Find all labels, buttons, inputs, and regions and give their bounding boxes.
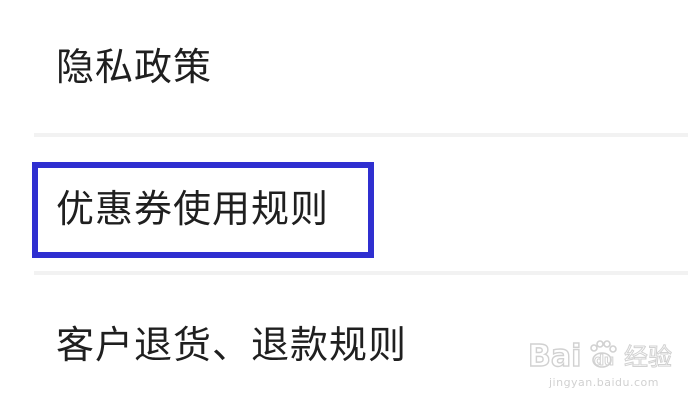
menu-item-label: 优惠券使用规则: [56, 187, 330, 231]
menu-item-refund-rules[interactable]: 客户退货、退款规则: [0, 275, 688, 404]
menu-item-label: 隐私政策: [56, 45, 213, 89]
menu-item-coupon-rules[interactable]: 优惠券使用规则: [0, 137, 688, 271]
menu-item-privacy-policy[interactable]: 隐私政策: [0, 0, 688, 132]
menu-item-label: 客户退货、退款规则: [56, 323, 408, 367]
